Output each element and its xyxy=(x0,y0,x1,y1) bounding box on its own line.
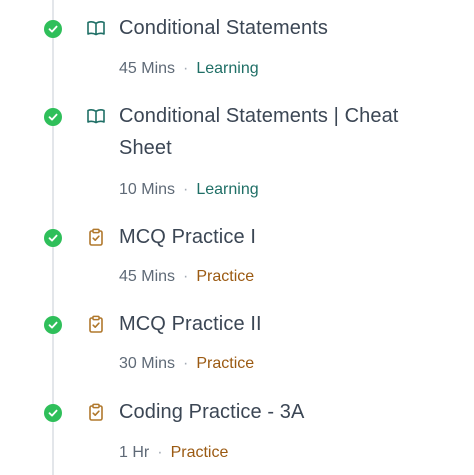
course-item[interactable]: Conditional Statements 45 Mins · Learning xyxy=(0,0,474,88)
item-meta: 45 Mins · Learning xyxy=(119,59,259,79)
book-icon xyxy=(86,18,106,38)
course-item[interactable]: Conditional Statements | Cheat Sheet 10 … xyxy=(0,88,474,210)
clipboard-check-icon xyxy=(86,227,106,247)
item-meta: 10 Mins · Learning xyxy=(119,180,259,200)
item-duration: 30 Mins xyxy=(119,355,176,372)
item-category: Learning xyxy=(196,181,259,198)
separator-dot: · xyxy=(157,444,163,461)
separator-dot: · xyxy=(183,355,189,372)
item-category: Practice xyxy=(196,268,255,285)
item-meta: 1 Hr · Practice xyxy=(119,443,228,463)
item-duration: 10 Mins xyxy=(119,181,176,198)
item-duration: 45 Mins xyxy=(119,268,176,285)
item-meta: 30 Mins · Practice xyxy=(119,354,254,374)
item-title: MCQ Practice I xyxy=(119,226,256,248)
item-category: Learning xyxy=(196,60,259,77)
course-item[interactable]: MCQ Practice I 45 Mins · Practice xyxy=(0,209,474,297)
clipboard-check-icon xyxy=(86,314,106,334)
book-icon xyxy=(86,106,106,126)
clipboard-check-icon xyxy=(86,402,106,422)
course-item[interactable]: Coding Practice - 3A 1 Hr · Practice xyxy=(0,384,474,475)
item-category: Practice xyxy=(170,444,229,461)
separator-dot: · xyxy=(183,268,189,285)
item-title: MCQ Practice II xyxy=(119,313,262,335)
item-meta: 45 Mins · Practice xyxy=(119,267,254,287)
completed-check-icon xyxy=(44,316,62,334)
separator-dot: · xyxy=(183,181,189,198)
item-title: Coding Practice - 3A xyxy=(119,401,305,423)
course-item[interactable]: MCQ Practice II 30 Mins · Practice xyxy=(0,297,474,385)
completed-check-icon xyxy=(44,404,62,422)
item-category: Practice xyxy=(196,355,255,372)
completed-check-icon xyxy=(44,229,62,247)
item-title: Conditional Statements xyxy=(119,17,328,39)
item-title: Conditional Statements | Cheat Sheet xyxy=(119,105,399,159)
completed-check-icon xyxy=(44,108,62,126)
item-duration: 1 Hr xyxy=(119,444,150,461)
separator-dot: · xyxy=(183,60,189,77)
item-duration: 45 Mins xyxy=(119,60,176,77)
completed-check-icon xyxy=(44,20,62,38)
